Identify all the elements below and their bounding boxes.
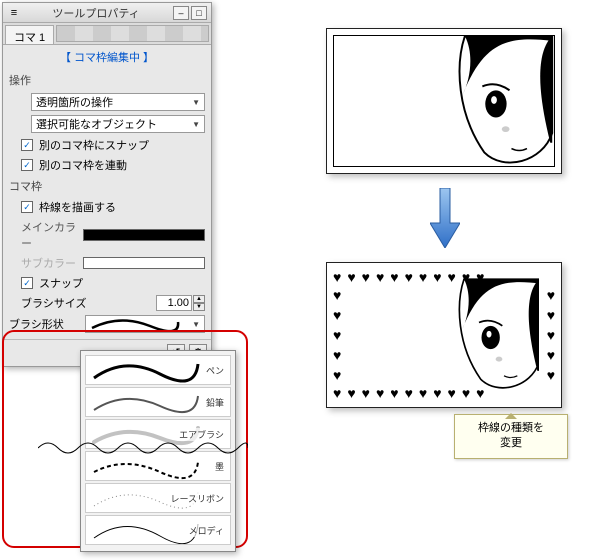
brush-shape-preview	[90, 318, 180, 330]
chevron-down-icon: ▼	[192, 120, 200, 129]
brush-item-melody[interactable]: メロディ	[85, 515, 231, 545]
tear-mark-icon	[38, 438, 248, 458]
section-operation: 操作	[3, 69, 211, 91]
maximize-button[interactable]: □	[191, 6, 207, 20]
checkbox-snap[interactable]: ✓	[21, 277, 33, 289]
main-color-swatch[interactable]	[83, 229, 205, 241]
panel-title: ツールプロパティ	[21, 5, 171, 21]
label-draw-border: 枠線を描画する	[39, 199, 116, 215]
panel-menu-icon[interactable]: ≡	[7, 7, 21, 19]
select-transparent-label: 透明箇所の操作	[36, 94, 113, 110]
tab-koma-1[interactable]: コマ 1	[5, 25, 54, 44]
tab-strip	[56, 25, 209, 42]
label-sub-color: サブカラー	[21, 255, 83, 271]
select-selectable-object[interactable]: 選択可能なオブジェクト ▼	[31, 115, 205, 133]
label-snap-other-frame: 別のコマ枠にスナップ	[39, 137, 149, 153]
checkbox-draw-border[interactable]: ✓	[21, 201, 33, 213]
titlebar[interactable]: ≡ ツールプロパティ – □	[3, 3, 211, 23]
minimize-button[interactable]: –	[173, 6, 189, 20]
label-link-other-frame: 別のコマ枠を連動	[39, 157, 127, 173]
select-transparent-operation[interactable]: 透明箇所の操作 ▼	[31, 93, 205, 111]
brush-size-input[interactable]	[156, 295, 192, 311]
brush-size-down[interactable]: ▼	[193, 303, 205, 311]
status-editing: 【 コマ枠編集中 】	[3, 45, 211, 69]
example-frame-after: ♥♥♥♥♥♥♥♥♥♥♥ ♥♥♥♥♥♥♥♥♥♥♥ ♥♥♥♥♥ ♥♥♥♥♥	[326, 262, 562, 408]
checkbox-snap-other-frame[interactable]: ✓	[21, 139, 33, 151]
section-frame: コマ枠	[3, 175, 211, 197]
label-snap: スナップ	[39, 275, 83, 291]
tab-bar: コマ 1	[3, 23, 211, 45]
manga-face-illustration	[439, 269, 539, 401]
annotation-note: 枠線の種類を 変更	[454, 414, 568, 459]
brush-size-up[interactable]: ▲	[193, 295, 205, 303]
chevron-down-icon: ▼	[192, 320, 200, 329]
brush-item-pencil[interactable]: 鉛筆	[85, 387, 231, 417]
manga-face-illustration	[434, 36, 554, 166]
chevron-down-icon: ▼	[192, 98, 200, 107]
select-selectable-label: 選択可能なオブジェクト	[36, 116, 157, 132]
label-main-color: メインカラー	[21, 219, 83, 251]
label-brush-size: ブラシサイズ	[21, 295, 86, 311]
brush-item-pen[interactable]: ペン	[85, 355, 231, 385]
sub-color-swatch[interactable]	[83, 257, 205, 269]
brush-item-lace-ribbon[interactable]: レースリボン	[85, 483, 231, 513]
arrow-down-icon	[430, 188, 460, 248]
checkbox-link-other-frame[interactable]: ✓	[21, 159, 33, 171]
tool-property-panel: ≡ ツールプロパティ – □ コマ 1 【 コマ枠編集中 】 操作 透明箇所の操…	[2, 2, 212, 367]
example-frame-before	[326, 28, 562, 174]
